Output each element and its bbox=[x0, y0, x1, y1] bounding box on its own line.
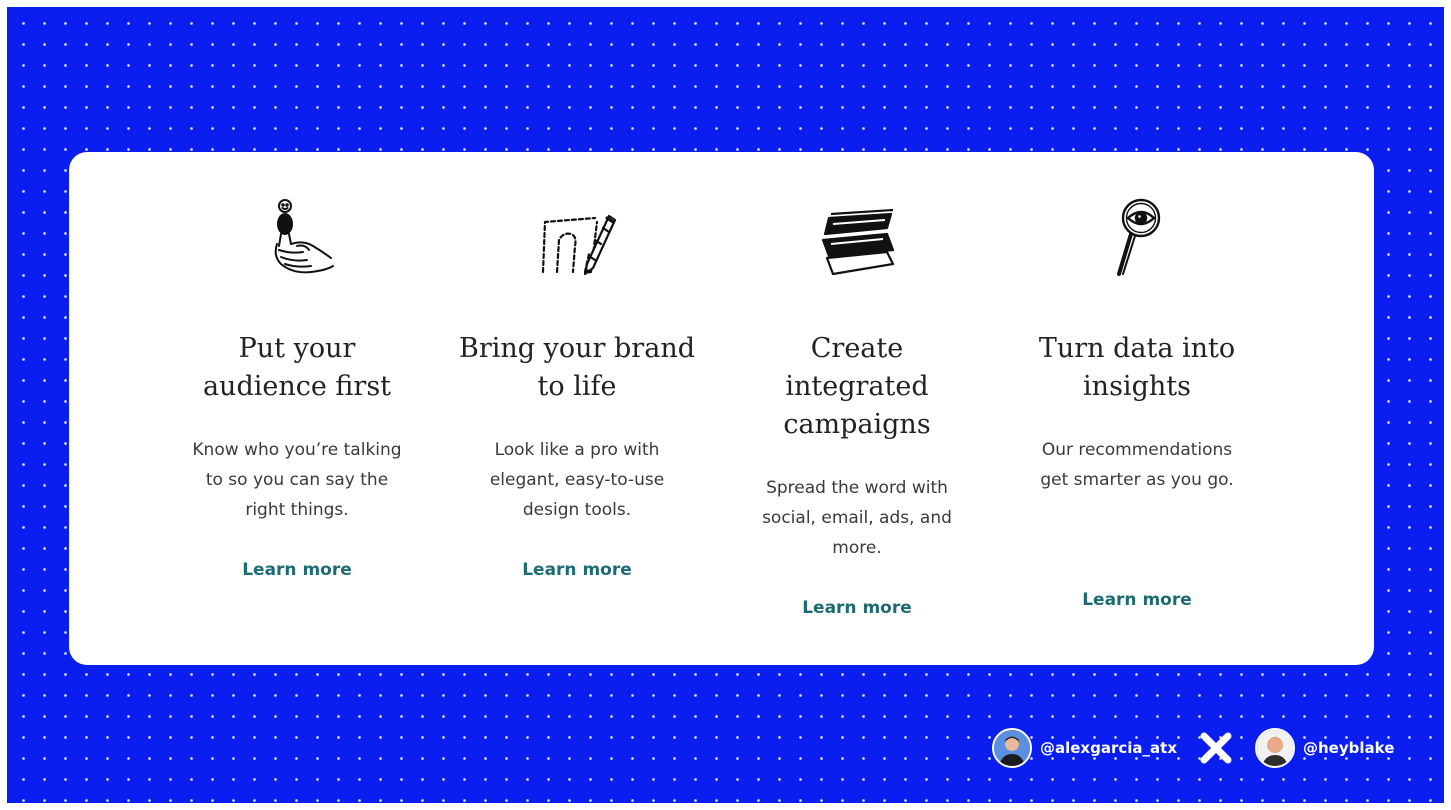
feature-heading: Create integrated campaigns bbox=[783, 333, 931, 440]
avatar-heyblake bbox=[1255, 728, 1295, 768]
learn-more-link[interactable]: Learn more bbox=[1017, 590, 1257, 610]
feature-heading: Put your audience first bbox=[202, 333, 392, 402]
learn-more-link[interactable]: Learn more bbox=[177, 560, 417, 580]
features-card: Put your audience first Know who you’re … bbox=[69, 152, 1374, 665]
learn-more-link[interactable]: Learn more bbox=[457, 560, 697, 580]
dotted-background: Put your audience first Know who you’re … bbox=[7, 7, 1444, 803]
magnifier-eye-icon bbox=[1097, 194, 1177, 284]
stacked-layers-icon bbox=[817, 194, 897, 284]
feature-heading: Turn data into insights bbox=[1038, 333, 1236, 402]
feature-description: Our recommendations get smarter as you g… bbox=[1040, 440, 1234, 490]
avatar-alexgarcia bbox=[992, 728, 1032, 768]
author-handle: @alexgarcia_atx bbox=[1040, 739, 1177, 757]
author-handle: @heyblake bbox=[1303, 739, 1395, 757]
x-icon bbox=[1199, 731, 1233, 765]
hand-with-figure-icon bbox=[257, 194, 337, 284]
feature-description: Look like a pro with elegant, easy-to-us… bbox=[489, 440, 665, 520]
pencil-drawing-icon bbox=[537, 194, 617, 284]
feature-description: Spread the word with social, email, ads,… bbox=[762, 478, 952, 558]
feature-description: Know who you’re talking to so you can sa… bbox=[192, 440, 402, 520]
feature-heading: Bring your brand to life bbox=[459, 333, 695, 402]
learn-more-link[interactable]: Learn more bbox=[737, 598, 977, 618]
author-credits: @alexgarcia_atx @heyblake bbox=[992, 725, 1394, 771]
